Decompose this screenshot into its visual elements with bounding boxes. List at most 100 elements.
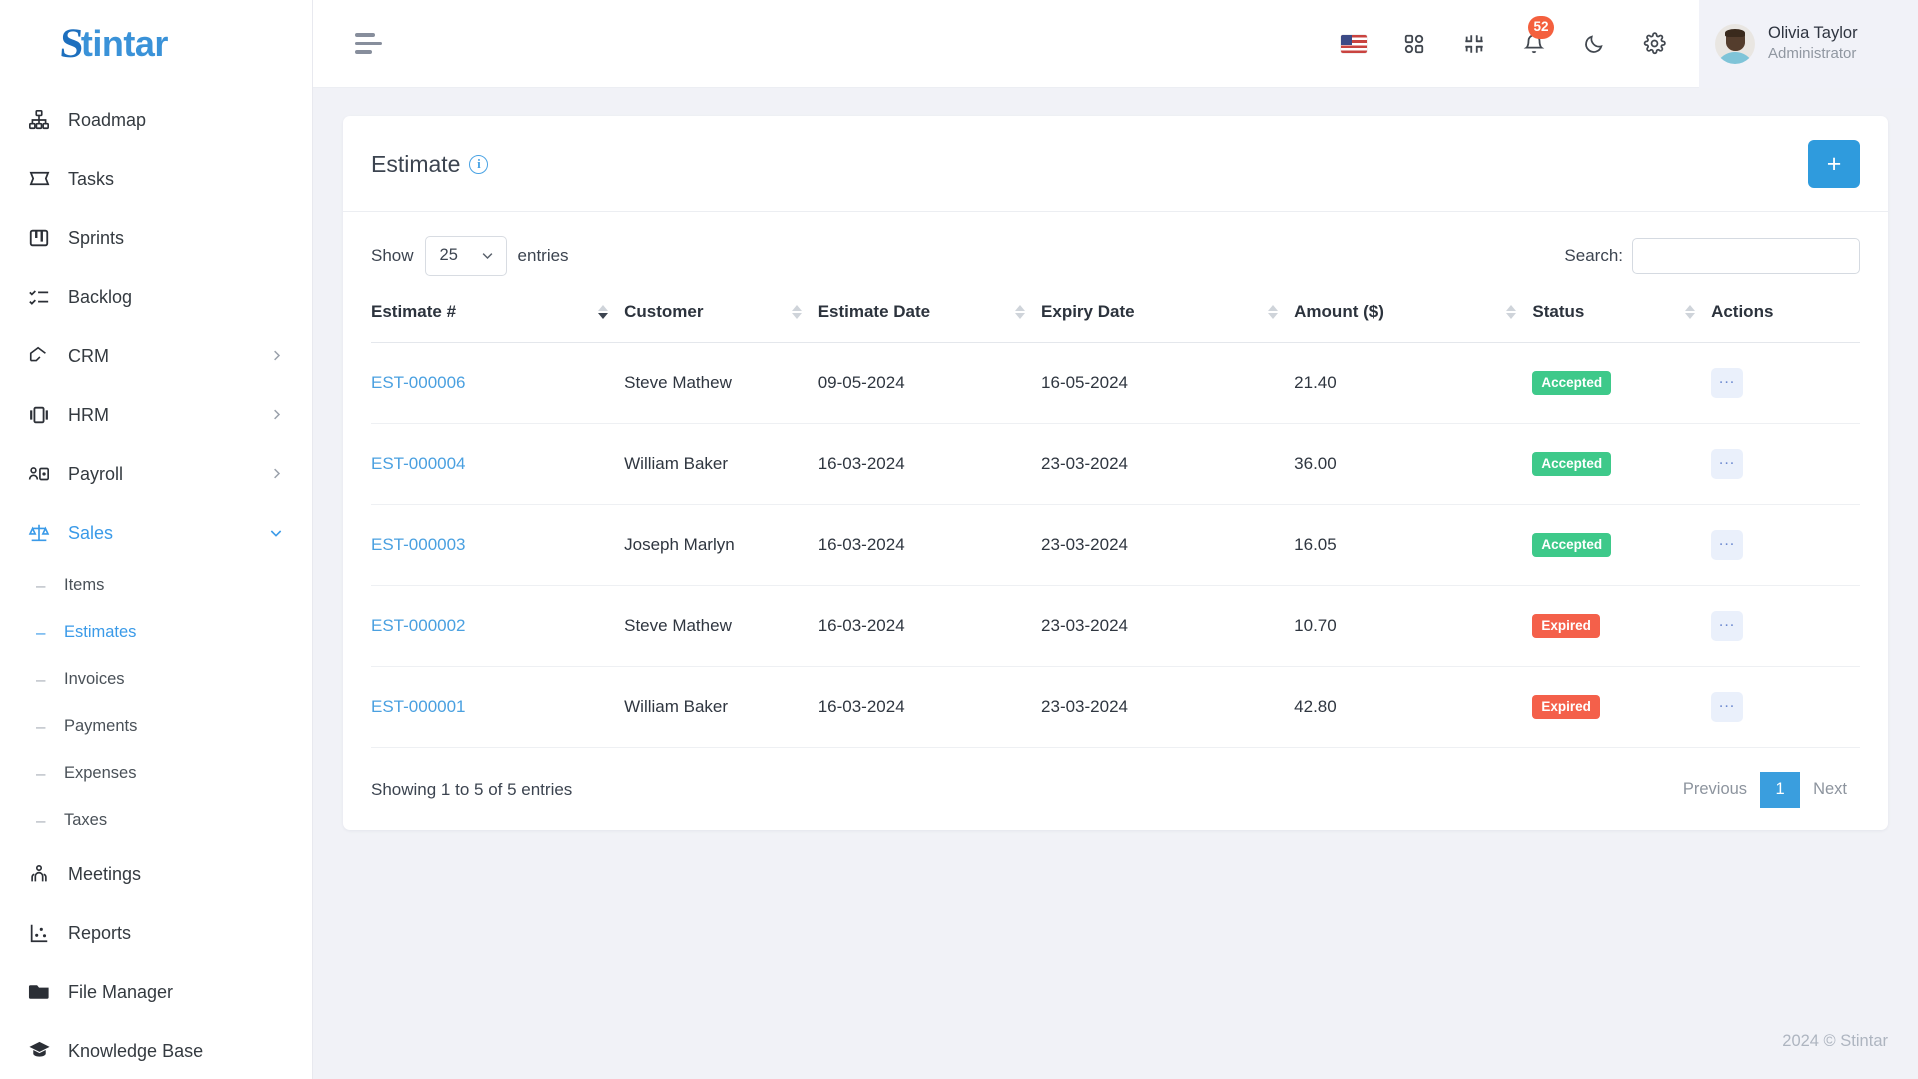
column-label: Estimate # bbox=[371, 301, 457, 321]
column-header-customer[interactable]: Customer bbox=[624, 293, 818, 343]
topbar-icons: 52 bbox=[1339, 15, 1699, 59]
estimate-link[interactable]: EST-000004 bbox=[371, 454, 466, 473]
sidebar-item-roadmap[interactable]: Roadmap bbox=[0, 90, 312, 149]
sidebar-subitem-taxes[interactable]: – Taxes bbox=[0, 797, 312, 844]
pagination-next[interactable]: Next bbox=[1800, 772, 1860, 808]
sort-arrows-icon bbox=[1268, 304, 1279, 319]
table-footer: Showing 1 to 5 of 5 entries Previous 1 N… bbox=[371, 748, 1860, 808]
sidebar-item-backlog[interactable]: Backlog bbox=[0, 267, 312, 326]
sidebar-item-hrm[interactable]: HRM bbox=[0, 385, 312, 444]
sidebar-item-sprints[interactable]: Sprints bbox=[0, 208, 312, 267]
cell-estimate-date: 16-03-2024 bbox=[817, 423, 1042, 505]
sidebar-subitem-invoices[interactable]: – Invoices bbox=[0, 656, 312, 703]
sidebar-item-sales[interactable]: Sales bbox=[0, 503, 312, 562]
status-badge: Accepted bbox=[1532, 451, 1612, 476]
user-info: Olivia Taylor Administrator bbox=[1768, 23, 1858, 63]
estimate-link[interactable]: EST-000001 bbox=[371, 697, 466, 716]
sidebar-item-tasks[interactable]: Tasks bbox=[0, 149, 312, 208]
cell-estimate-date: 09-05-2024 bbox=[817, 342, 1042, 424]
brand-logo[interactable]: Stintar bbox=[0, 0, 312, 88]
user-menu[interactable]: Olivia Taylor Administrator bbox=[1699, 0, 1918, 88]
moon-icon[interactable] bbox=[1579, 29, 1609, 59]
avatar bbox=[1715, 23, 1755, 64]
apps-grid-icon[interactable] bbox=[1399, 29, 1429, 59]
table-body: EST-000006 Steve Mathew 09-05-2024 16-05… bbox=[371, 342, 1860, 748]
column-header-amount[interactable]: Amount ($) bbox=[1294, 293, 1533, 343]
burger-line bbox=[355, 41, 382, 46]
sidebar-item-reports[interactable]: Reports bbox=[0, 903, 312, 962]
card-body: Show 10 25 50 100 entries bbox=[343, 212, 1888, 830]
scales-icon bbox=[26, 520, 52, 546]
estimate-link[interactable]: EST-000002 bbox=[371, 616, 466, 635]
column-label: Amount ($) bbox=[1294, 301, 1384, 321]
sort-arrows-icon bbox=[1506, 304, 1517, 319]
sidebar-subitem-label: Invoices bbox=[64, 670, 125, 688]
sidebar-nav: Roadmap Tasks Sprints Backlog CRM HRM Pa… bbox=[0, 88, 312, 1079]
info-icon[interactable]: i bbox=[469, 154, 489, 174]
chart-dots-icon bbox=[26, 920, 52, 946]
sidebar-item-file-manager[interactable]: File Manager bbox=[0, 962, 312, 1021]
bell-icon[interactable]: 52 bbox=[1519, 15, 1554, 59]
sidebar-subitem-items[interactable]: – Items bbox=[0, 562, 312, 609]
sidebar-item-meetings[interactable]: Meetings bbox=[0, 844, 312, 903]
language-flag-icon[interactable] bbox=[1339, 29, 1369, 59]
compress-icon[interactable] bbox=[1459, 29, 1489, 59]
row-actions-button[interactable]: ... bbox=[1711, 367, 1744, 398]
row-actions-button[interactable]: ... bbox=[1711, 691, 1744, 722]
burger-line bbox=[355, 50, 372, 54]
search-input[interactable] bbox=[1632, 237, 1860, 274]
cell-customer: Steve Mathew bbox=[624, 342, 818, 424]
cell-actions: ... bbox=[1711, 666, 1860, 748]
sidebar-subitem-expenses[interactable]: – Expenses bbox=[0, 750, 312, 797]
people-icon bbox=[26, 861, 52, 887]
pagination-previous[interactable]: Previous bbox=[1670, 772, 1760, 808]
column-header-status[interactable]: Status bbox=[1532, 293, 1712, 343]
show-label: Show bbox=[371, 245, 414, 265]
menu-toggle-icon[interactable] bbox=[349, 27, 388, 60]
cell-actions: ... bbox=[1711, 585, 1860, 667]
add-estimate-button[interactable]: + bbox=[1808, 140, 1860, 188]
sidebar-item-crm[interactable]: CRM bbox=[0, 326, 312, 385]
sidebar-item-label: CRM bbox=[68, 345, 109, 366]
graduation-cap-icon bbox=[26, 1038, 52, 1064]
column-header-estimate-number[interactable]: Estimate # bbox=[371, 293, 625, 343]
page-length-select-wrap: 10 25 50 100 bbox=[424, 236, 507, 276]
cell-expiry-date: 23-03-2024 bbox=[1041, 504, 1295, 586]
column-header-estimate-date[interactable]: Estimate Date bbox=[817, 293, 1042, 343]
cell-status: Accepted bbox=[1532, 504, 1712, 586]
sidebar-item-label: Knowledge Base bbox=[68, 1040, 204, 1061]
cell-customer: Steve Mathew bbox=[624, 585, 818, 667]
estimate-link[interactable]: EST-000003 bbox=[371, 535, 466, 554]
sidebar-item-label: Tasks bbox=[68, 168, 115, 189]
gear-icon[interactable] bbox=[1639, 29, 1669, 59]
sidebar-item-payroll[interactable]: Payroll bbox=[0, 444, 312, 503]
user-name: Olivia Taylor bbox=[1768, 24, 1858, 43]
table-row: EST-000004 William Baker 16-03-2024 23-0… bbox=[371, 423, 1860, 505]
sidebar-item-label: HRM bbox=[68, 404, 109, 425]
table-head: Estimate # Customer Estimate Date Expiry… bbox=[371, 293, 1860, 343]
sidebar-subitem-payments[interactable]: – Payments bbox=[0, 703, 312, 750]
column-header-expiry-date[interactable]: Expiry Date bbox=[1041, 293, 1295, 343]
sidebar-subitem-estimates[interactable]: – Estimates bbox=[0, 609, 312, 656]
chevron-right-icon bbox=[269, 348, 284, 363]
page-title: Estimate i bbox=[371, 151, 489, 178]
cell-actions: ... bbox=[1711, 423, 1860, 505]
copyright-text: 2024 © Stintar bbox=[1782, 1031, 1888, 1050]
user-role: Administrator bbox=[1768, 45, 1857, 63]
status-badge: Expired bbox=[1532, 694, 1600, 719]
board-icon bbox=[26, 225, 52, 251]
sidebar-item-knowledge-base[interactable]: Knowledge Base bbox=[0, 1021, 312, 1079]
row-actions-button[interactable]: ... bbox=[1711, 448, 1744, 479]
page-length-select[interactable]: 10 25 50 100 bbox=[424, 236, 507, 276]
sidebar-item-label: Sales bbox=[68, 522, 114, 543]
page-footer: 2024 © Stintar bbox=[313, 1003, 1918, 1079]
estimates-table: Estimate # Customer Estimate Date Expiry… bbox=[371, 293, 1860, 748]
brand-text: Stintar bbox=[58, 20, 168, 68]
id-card-icon bbox=[26, 402, 52, 428]
estimate-link[interactable]: EST-000006 bbox=[371, 373, 466, 392]
row-actions-button[interactable]: ... bbox=[1711, 529, 1744, 560]
chevron-right-icon bbox=[269, 407, 284, 422]
row-actions-button[interactable]: ... bbox=[1711, 610, 1744, 641]
pagination-page-1[interactable]: 1 bbox=[1760, 771, 1801, 808]
sort-arrows-icon bbox=[791, 304, 802, 319]
